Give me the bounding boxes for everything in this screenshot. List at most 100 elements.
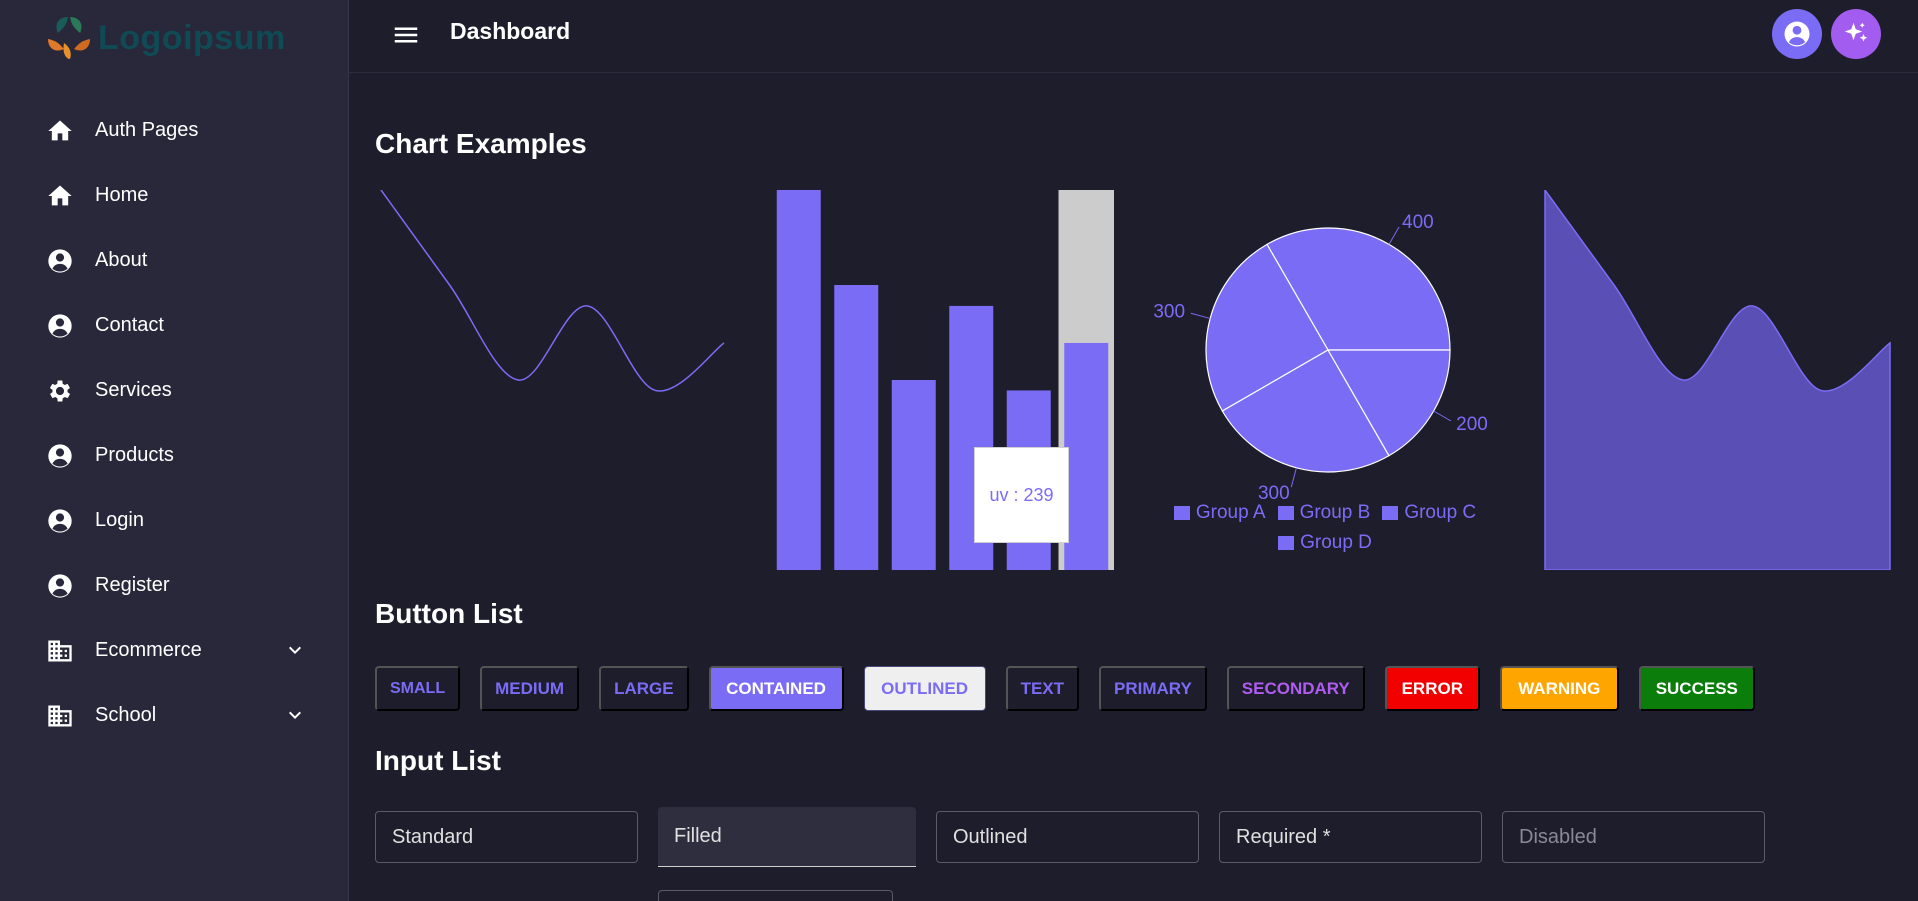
sparkle-icon [1844,22,1868,42]
disabled-input: Disabled [1502,811,1765,863]
input-label: Outlined [953,825,1028,848]
legend-swatch [1173,506,1190,520]
sidebar-item-auth-pages[interactable]: Auth Pages [0,98,349,163]
chevron-down-icon[interactable] [283,638,307,662]
sidebar-item-label: Login [95,509,144,531]
legend-item[interactable]: Group D [1278,532,1372,554]
sidebar-item-label: Register [95,574,170,596]
logo[interactable]: Logoipsum [44,10,286,66]
required-input[interactable]: Required * [1219,811,1482,863]
large-button[interactable]: Large [599,666,689,711]
legend-swatch [1382,506,1399,520]
pie-label: 300 [1153,302,1185,323]
pie-label: 200 [1456,414,1488,435]
medium-button[interactable]: Medium [480,666,580,711]
ai-assistant-button[interactable] [1831,9,1881,59]
input-list: Standard Filled Outlined Required * Disa… [375,807,1785,867]
bar [834,285,879,570]
account-circle-icon [1784,21,1810,47]
input-label: Standard [392,825,474,848]
sidebar-item-label: Home [95,184,149,206]
account-button[interactable] [1772,9,1822,59]
legend-label: Group A [1195,502,1266,523]
legend-label: Group C [1404,502,1477,523]
sidebar-item-login[interactable]: Login [0,488,349,553]
logo-icon [48,17,90,59]
outlined-input[interactable]: Outlined [936,811,1199,863]
standard-input[interactable]: Standard [375,811,638,863]
sidebar-nav: Auth Pages Home About Contact Services P… [0,98,349,748]
filled-input[interactable]: Filled [658,807,916,867]
home-icon [45,116,75,146]
sidebar-item-label: Auth Pages [95,119,199,141]
sidebar: Logoipsum Auth Pages Home About Contact [0,0,349,901]
account-circle-icon [45,441,75,471]
legend-item[interactable]: Group A [1173,502,1266,524]
success-button[interactable]: Success [1638,666,1755,711]
legend-label: Group D [1300,532,1372,553]
additional-input[interactable] [658,890,893,901]
account-circle-icon [45,506,75,536]
hamburger-menu-icon[interactable] [391,20,421,50]
pie-chart-legend: Group A Group B Group C Group D [1150,502,1500,554]
sidebar-item-products[interactable]: Products [0,423,349,488]
section-title-inputs: Input List [375,745,501,776]
pie-label-line [1190,312,1211,319]
small-button[interactable]: Small [375,666,461,711]
sidebar-item-label: Contact [95,314,164,336]
legend-swatch [1278,536,1295,550]
area-chart [1544,190,1891,570]
sidebar-item-label: School [95,704,157,726]
legend-swatch [1277,506,1294,520]
bar [1064,342,1109,570]
line-series [380,190,725,392]
primary-button[interactable]: Primary [1099,666,1207,711]
warning-button[interactable]: Warning [1499,666,1619,711]
line-chart [380,190,725,392]
sidebar-item-label: About [95,249,148,271]
account-circle-icon [45,311,75,341]
pie-label: 400 [1402,212,1434,233]
pie-label-line [1388,226,1400,245]
contained-button[interactable]: Contained [708,666,844,711]
outlined-button[interactable]: Outlined [863,666,986,711]
bar-chart-tooltip: uv : 239 [974,447,1069,543]
sidebar-item-ecommerce[interactable]: Ecommerce [0,618,349,683]
section-title-charts: Chart Examples [375,128,587,159]
sidebar-item-contact[interactable]: Contact [0,293,349,358]
sidebar-item-label: Ecommerce [95,639,202,661]
sidebar-item-home[interactable]: Home [0,163,349,228]
input-label: Filled [674,825,722,847]
input-label: Disabled [1519,825,1597,848]
legend-item[interactable]: Group B [1277,502,1371,524]
error-button[interactable]: Error [1384,666,1480,711]
account-circle-icon [45,571,75,601]
page-title: Dashboard [450,18,571,44]
section-title-buttons: Button List [375,598,523,629]
logo-text: Logoipsum [98,18,286,57]
building-icon [45,701,75,731]
chevron-down-icon[interactable] [283,703,307,727]
legend-item[interactable]: Group C [1382,502,1476,524]
account-circle-icon [45,246,75,276]
area-series [1544,190,1891,570]
sidebar-item-register[interactable]: Register [0,553,349,618]
sidebar-item-school[interactable]: School [0,683,349,748]
sidebar-item-label: Services [95,379,172,401]
input-label: Required * [1236,825,1331,848]
sidebar-item-label: Products [95,444,174,466]
button-list: Small Medium Large Contained Outlined Te… [375,666,1775,711]
gear-icon [45,376,75,406]
bar [891,380,936,570]
sidebar-item-about[interactable]: About [0,228,349,293]
text-button[interactable]: Text [1005,666,1080,711]
topbar: Dashboard [349,0,1918,73]
legend-label: Group B [1299,502,1371,523]
pie-label: 300 [1258,483,1290,504]
sidebar-item-services[interactable]: Services [0,358,349,423]
pie-label-line [1290,467,1297,488]
bar [776,190,821,570]
building-icon [45,636,75,666]
secondary-button[interactable]: Secondary [1226,666,1365,711]
pie-label-line [1433,410,1452,422]
